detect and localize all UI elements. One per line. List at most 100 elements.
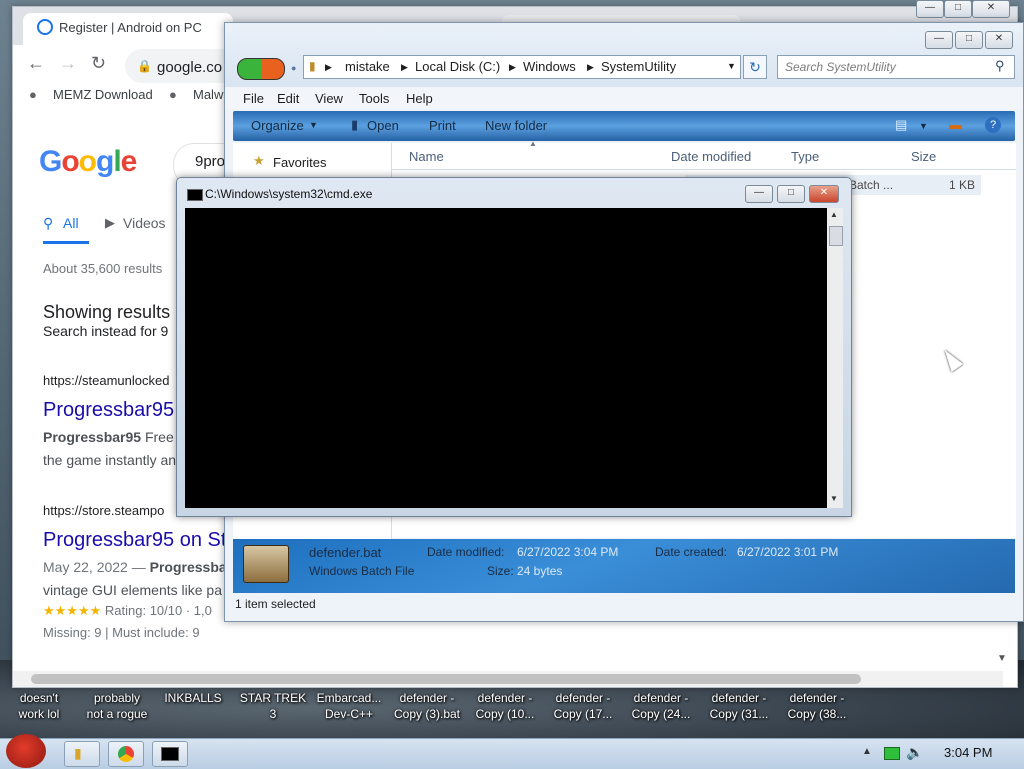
column-date-modified[interactable]: Date modified (671, 149, 751, 164)
start-angry-bird-icon[interactable] (6, 734, 46, 768)
batch-file-gear-icon (243, 545, 289, 583)
taskbar-chrome-button[interactable] (108, 741, 144, 767)
volume-icon[interactable]: 🔈 (906, 744, 923, 761)
desktop-icon[interactable]: defender - Copy (3).bat (390, 690, 464, 722)
menu-tools[interactable]: Tools (359, 91, 389, 106)
result-title[interactable]: Progressbar95 (43, 399, 174, 422)
refresh-icon[interactable]: ↻ (743, 55, 767, 79)
chrome-tab-title: Register | Android on PC (59, 20, 202, 35)
favorites-star-icon: ★ (253, 153, 265, 168)
new-folder-button[interactable]: New folder (485, 118, 547, 133)
search-instead-link[interactable]: Search instead for 9 (43, 323, 168, 339)
view-dropdown-icon[interactable]: ▼ (919, 121, 928, 131)
close-icon[interactable]: ✕ (972, 0, 1010, 18)
open-button[interactable]: Open (367, 118, 399, 133)
cmd-scrollbar-thumb[interactable] (829, 226, 843, 246)
desktop-icon[interactable]: doesn't work lol (2, 690, 76, 722)
organize-dropdown-icon[interactable]: ▼ (309, 120, 318, 130)
maximize-icon[interactable]: □ (955, 31, 983, 49)
forward-arrow-icon[interactable]: → (59, 53, 77, 74)
minimize-icon[interactable]: — (925, 31, 953, 49)
menu-view[interactable]: View (315, 91, 343, 106)
breadcrumb-local-disk[interactable]: Local Disk (C:) (415, 59, 500, 74)
tab-videos[interactable]: Videos (123, 215, 166, 231)
desktop-icon[interactable]: Embarcad... Dev-C++ (312, 690, 386, 722)
menu-file[interactable]: File (243, 91, 264, 106)
breadcrumb-chevron-icon[interactable]: ▶ (509, 62, 516, 73)
details-date-created-label: Date created: (655, 545, 728, 559)
organize-button[interactable]: Organize (251, 118, 304, 133)
maximize-icon[interactable]: □ (944, 0, 972, 18)
desktop-icon[interactable]: defender - Copy (24... (624, 690, 698, 722)
view-options-icon[interactable]: ▤ (895, 117, 907, 133)
breadcrumb-chevron-icon[interactable]: ▶ (325, 62, 332, 73)
address-dropdown-icon[interactable]: ▼ (727, 61, 736, 71)
column-name[interactable]: Name (409, 149, 444, 164)
menu-help[interactable]: Help (406, 91, 433, 106)
bookmark-memz[interactable]: MEMZ Download (53, 87, 153, 102)
result-title[interactable]: Progressbar95 on St (43, 529, 226, 552)
close-icon[interactable]: ✕ (985, 31, 1013, 49)
scroll-down-arrow-icon[interactable]: ▼ (830, 494, 838, 503)
result-snippet: Progressbar95 Free (43, 429, 174, 445)
details-file-kind: Windows Batch File (309, 564, 415, 578)
column-size[interactable]: Size (911, 149, 936, 164)
breadcrumb-chevron-icon[interactable]: ▶ (401, 62, 408, 73)
chrome-window-controls: — □ ✕ (916, 0, 1010, 18)
minimize-icon[interactable]: — (745, 185, 773, 203)
back-arrow-icon[interactable]: ← (27, 53, 45, 74)
desktop-icon[interactable]: INKBALLS (156, 690, 230, 706)
taskbar-explorer-button[interactable]: ▮ (64, 741, 100, 767)
search-icon[interactable]: ⚲ (995, 58, 1005, 74)
desktop-icon[interactable]: defender - Copy (10... (468, 690, 542, 722)
cmd-vertical-scrollbar[interactable] (827, 208, 843, 508)
chrome-icon (118, 746, 134, 762)
omnibox-url[interactable]: google.co (157, 59, 222, 76)
breadcrumb-mistake[interactable]: mistake (345, 59, 390, 74)
column-type[interactable]: Type (791, 149, 819, 164)
nav-favorites[interactable]: Favorites (273, 155, 326, 170)
google-search-query[interactable]: 9pro (195, 153, 225, 170)
breadcrumb-systemutility[interactable]: SystemUtility (601, 59, 676, 74)
result-url[interactable]: https://steamunlocked (43, 373, 169, 388)
cmd-console-area[interactable] (185, 208, 827, 508)
network-icon[interactable] (884, 747, 900, 760)
breadcrumb-windows[interactable]: Windows (523, 59, 576, 74)
desktop-icon[interactable]: probably not a rogue (80, 690, 154, 722)
folder-icon: ▮ (309, 59, 316, 73)
desktop-icon[interactable]: defender - Copy (17... (546, 690, 620, 722)
close-icon[interactable]: ✕ (809, 185, 839, 203)
result-missing-terms: Missing: 9 | Must include: 9 (43, 625, 200, 640)
breadcrumb-chevron-icon[interactable]: ▶ (587, 62, 594, 73)
back-forward-buttons[interactable] (237, 58, 285, 80)
taskbar-cmd-button[interactable] (152, 741, 188, 767)
menu-edit[interactable]: Edit (277, 91, 299, 106)
desktop-icon[interactable]: defender - Copy (38... (780, 690, 854, 722)
horizontal-scrollbar-thumb[interactable] (31, 674, 861, 684)
details-date-created-value: 6/27/2022 3:01 PM (737, 545, 839, 559)
desktop-icon[interactable]: STAR TREK 3 (236, 690, 310, 722)
file-type[interactable]: Batch ... (849, 178, 893, 192)
lock-icon[interactable]: 🔒 (137, 59, 152, 73)
reload-icon[interactable]: ↻ (91, 53, 106, 74)
minimize-icon[interactable]: — (916, 0, 944, 18)
recent-pages-dot-icon[interactable]: ● (291, 63, 296, 73)
result-snippet-line2: vintage GUI elements like pa (43, 582, 222, 598)
preview-pane-icon[interactable]: ▬ (949, 117, 962, 132)
cmd-window[interactable]: C:\Windows\system32\cmd.exe — □ ✕ ▲ ▼ (176, 177, 852, 517)
tray-expand-icon[interactable]: ▲ (862, 746, 872, 757)
scroll-up-arrow-icon[interactable]: ▲ (830, 210, 838, 219)
taskbar-clock[interactable]: 3:04 PM (944, 745, 992, 760)
maximize-icon[interactable]: □ (777, 185, 805, 203)
help-icon[interactable]: ? (985, 117, 1001, 133)
print-button[interactable]: Print (429, 118, 456, 133)
explorer-search-placeholder[interactable]: Search SystemUtility (785, 60, 896, 74)
desktop-icon[interactable]: defender - Copy (31... (702, 690, 776, 722)
scroll-down-arrow-icon[interactable]: ▼ (997, 653, 1007, 664)
result-url[interactable]: https://store.steampo (43, 503, 164, 518)
bookmark-malw[interactable]: Malw (193, 87, 223, 102)
google-logo[interactable]: Google (39, 145, 137, 179)
file-size[interactable]: 1 KB (949, 178, 975, 192)
tab-all[interactable]: All (63, 215, 79, 231)
android-icon (37, 19, 53, 35)
